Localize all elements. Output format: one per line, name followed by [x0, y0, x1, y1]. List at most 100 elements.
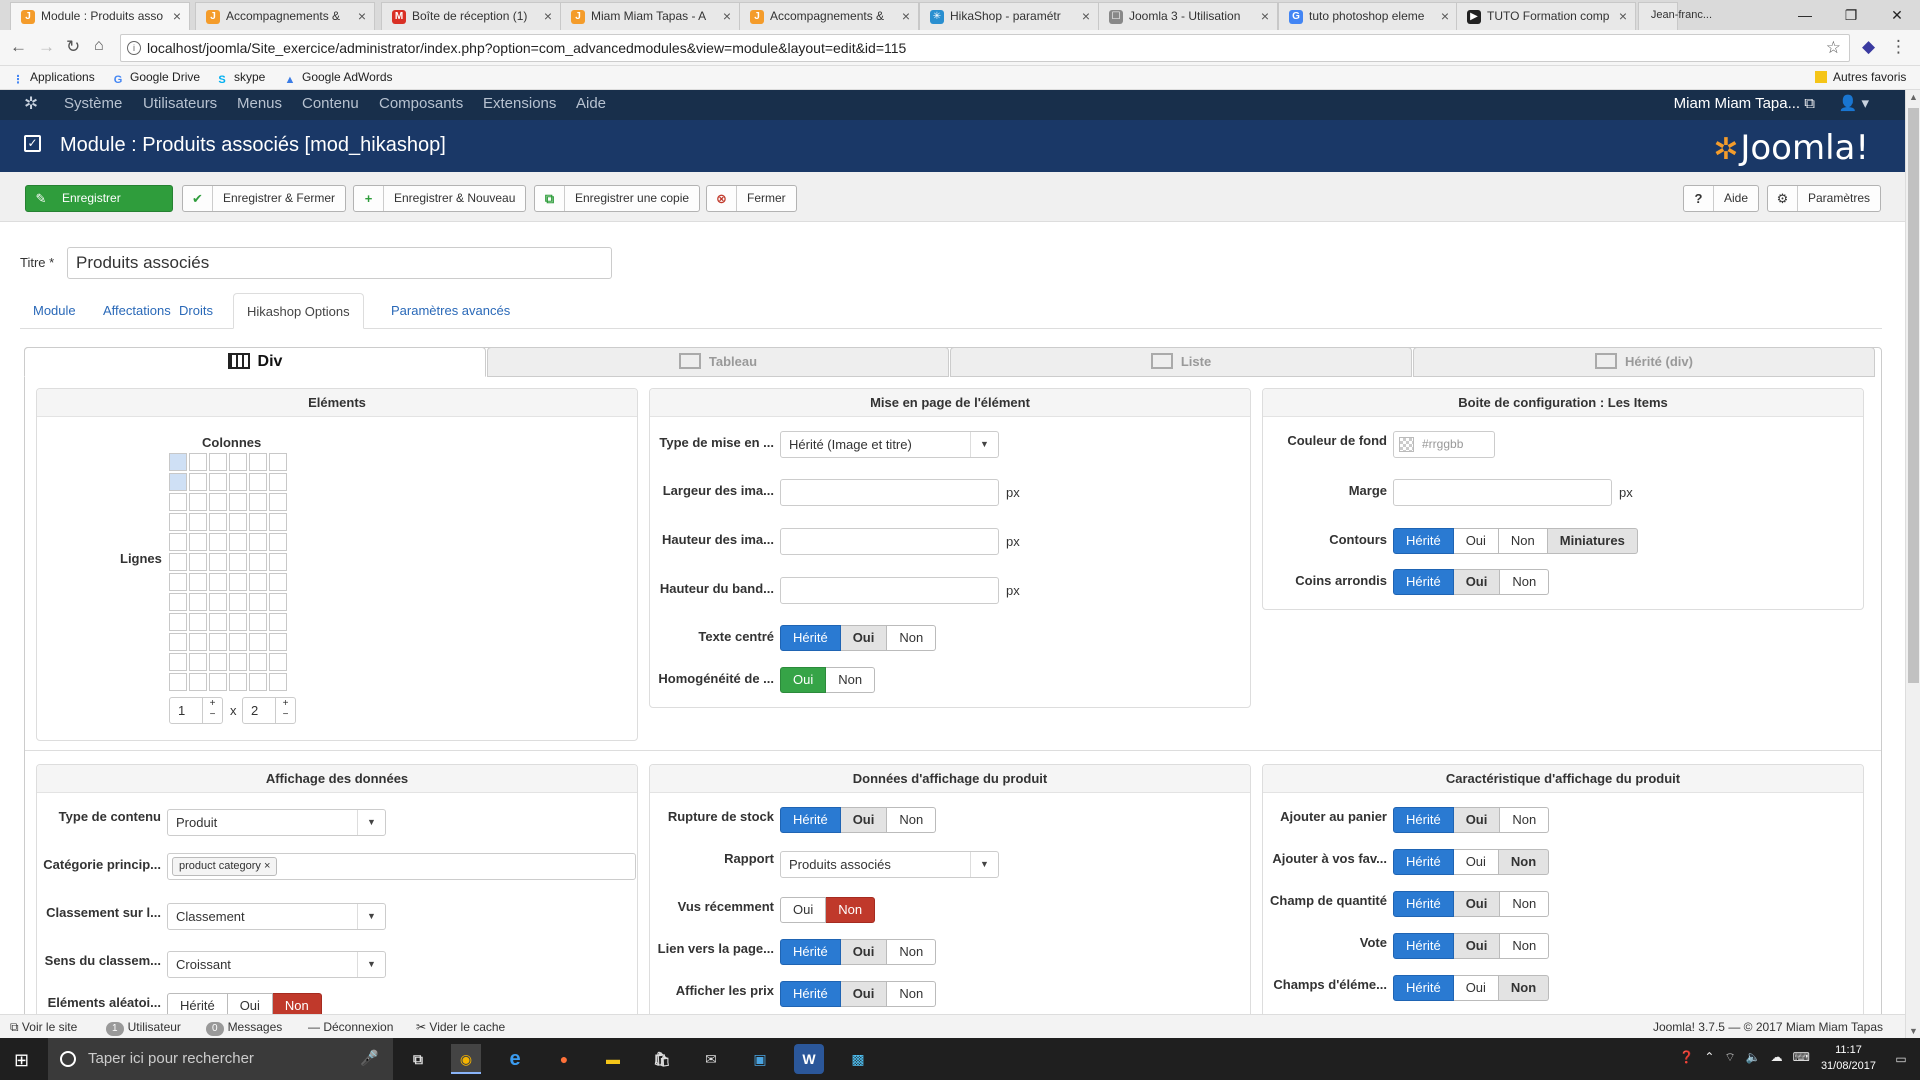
option-no[interactable]: Non	[887, 625, 937, 651]
quantity-field-toggle[interactable]: Hérité Oui Non	[1393, 891, 1550, 917]
grid-cell[interactable]	[269, 493, 287, 511]
close-tab-icon[interactable]: ×	[1441, 3, 1449, 30]
grid-cell[interactable]	[169, 573, 187, 591]
option-yes[interactable]: Oui	[840, 625, 888, 651]
grid-cell[interactable]	[229, 533, 247, 551]
stepper-icon[interactable]: + −	[275, 698, 295, 723]
show-prices-toggle[interactable]: Hérité Oui Non	[780, 981, 937, 1007]
grid-cell[interactable]	[169, 633, 187, 651]
layout-tab-3[interactable]: Hérité (div)	[1413, 347, 1875, 377]
grid-cell[interactable]	[209, 553, 227, 571]
add-to-wishlist-toggle[interactable]: Hérité Oui Non	[1393, 849, 1550, 875]
option-yes[interactable]: Oui	[1453, 933, 1501, 959]
wifi-icon[interactable]: ⌔	[1724, 1050, 1735, 1064]
browser-tab[interactable]: M Boîte de réception (1) ×	[381, 2, 561, 30]
page-scrollbar[interactable]: ▲ ▼	[1905, 90, 1920, 1038]
grid-cell[interactable]	[189, 673, 207, 691]
grid-cell[interactable]	[229, 473, 247, 491]
view-site-link[interactable]: ⧉ Voir le site	[10, 1020, 77, 1035]
tab-hikashop-options[interactable]: Hikashop Options	[233, 293, 364, 329]
vote-toggle[interactable]: Hérité Oui Non	[1393, 933, 1550, 959]
image-width-input[interactable]	[780, 479, 999, 506]
option-no[interactable]: Non	[1498, 975, 1550, 1001]
joomla-logo-icon[interactable]: ✲	[24, 94, 38, 114]
grid-cell[interactable]	[229, 493, 247, 511]
grid-cell[interactable]	[209, 613, 227, 631]
extension-icon[interactable]: ◆	[1862, 37, 1875, 57]
grid-cell[interactable]	[229, 633, 247, 651]
out-of-stock-toggle[interactable]: Hérité Oui Non	[780, 807, 937, 833]
color-swatch-icon[interactable]	[1399, 437, 1414, 452]
menu-utilisateurs[interactable]: Utilisateurs	[143, 95, 217, 112]
task-view-icon[interactable]: ⧉	[403, 1044, 433, 1074]
save-button[interactable]: ✎ Enregistrer	[25, 185, 173, 212]
close-button[interactable]: ⊗ Fermer	[706, 185, 797, 212]
app-icon[interactable]: ▩	[843, 1044, 873, 1074]
option-yes[interactable]: Oui	[1453, 528, 1499, 554]
grid-cell[interactable]	[249, 613, 267, 631]
grid-cell[interactable]	[169, 453, 187, 471]
grid-cell[interactable]	[249, 473, 267, 491]
grid-cell[interactable]	[169, 493, 187, 511]
option-yes[interactable]: Oui	[1453, 849, 1499, 875]
item-fields-toggle[interactable]: Hérité Oui Non	[1393, 975, 1550, 1001]
grid-cell[interactable]	[189, 533, 207, 551]
browser-tab[interactable]: ☐ Joomla 3 - Utilisation ×	[1098, 2, 1278, 30]
close-tab-icon[interactable]: ×	[902, 3, 910, 30]
rounded-corners-toggle[interactable]: Hérité Oui Non	[1393, 569, 1550, 595]
menu-menus[interactable]: Menus	[237, 95, 282, 112]
option-inherit[interactable]: Hérité	[1393, 891, 1454, 917]
close-tab-icon[interactable]: ×	[723, 3, 731, 30]
menu-système[interactable]: Système	[64, 95, 122, 112]
option-inherit[interactable]: Hérité	[1393, 975, 1454, 1001]
option-no[interactable]: Non	[826, 897, 876, 923]
browser-tab[interactable]: J Accompagnements & ×	[739, 2, 919, 30]
browser-tab[interactable]: ▶ TUTO Formation comp ×	[1456, 2, 1636, 30]
back-icon[interactable]: ←	[10, 37, 27, 57]
add-to-cart-toggle[interactable]: Hérité Oui Non	[1393, 807, 1550, 833]
grid-cell[interactable]	[269, 513, 287, 531]
notifications-icon[interactable]: ▭	[1886, 1044, 1916, 1074]
grid-cell[interactable]	[269, 473, 287, 491]
volume-icon[interactable]: 🔈	[1746, 1050, 1761, 1064]
help-button[interactable]: ? Aide	[1683, 185, 1760, 212]
option-no[interactable]: Non	[1500, 569, 1550, 595]
margin-input[interactable]	[1393, 479, 1612, 506]
grid-cell[interactable]	[249, 673, 267, 691]
grid-cell[interactable]	[209, 573, 227, 591]
grid-cell[interactable]	[249, 553, 267, 571]
option-no[interactable]: Non	[1500, 807, 1550, 833]
grid-cell[interactable]	[189, 513, 207, 531]
grid-cell[interactable]	[229, 513, 247, 531]
option-no[interactable]: Non	[1500, 891, 1550, 917]
save-close-button[interactable]: ✔ Enregistrer & Fermer	[182, 185, 347, 212]
grid-cell[interactable]	[249, 453, 267, 471]
grid-cell[interactable]	[189, 653, 207, 671]
home-icon[interactable]: ⌂	[94, 37, 104, 55]
save-new-button[interactable]: + Enregistrer & Nouveau	[353, 185, 527, 212]
grid-cell[interactable]	[189, 493, 207, 511]
keyboard-icon[interactable]: ⌨	[1793, 1050, 1810, 1064]
help-icon[interactable]: ❓	[1679, 1050, 1694, 1064]
grid-cell[interactable]	[209, 473, 227, 491]
logout-link[interactable]: — Déconnexion	[308, 1020, 393, 1034]
grid-cell[interactable]	[249, 653, 267, 671]
option-thumbnails[interactable]: Miniatures	[1547, 528, 1638, 554]
browser-tab[interactable]: Gtuto photoshop eleme ×	[1278, 2, 1458, 30]
homogeneity-toggle[interactable]: Oui Non	[780, 667, 876, 693]
grid-cell[interactable]	[189, 473, 207, 491]
close-tab-icon[interactable]: ×	[1082, 3, 1090, 30]
taskbar-search[interactable]: Taper ici pour rechercher 🎤	[48, 1038, 393, 1080]
grid-cell[interactable]	[269, 593, 287, 611]
remove-tag-icon[interactable]: ×	[264, 860, 270, 872]
option-no[interactable]: Non	[826, 667, 876, 693]
word-icon[interactable]: W	[794, 1044, 824, 1074]
option-yes[interactable]: Oui	[780, 667, 827, 693]
menu-composants[interactable]: Composants	[379, 95, 463, 112]
grid-cell[interactable]	[169, 673, 187, 691]
grid-cell[interactable]	[209, 513, 227, 531]
menu-extensions[interactable]: Extensions	[483, 95, 556, 112]
option-yes[interactable]: Oui	[1453, 975, 1499, 1001]
close-tab-icon[interactable]: ×	[1619, 3, 1627, 30]
option-no[interactable]: Non	[1498, 849, 1550, 875]
